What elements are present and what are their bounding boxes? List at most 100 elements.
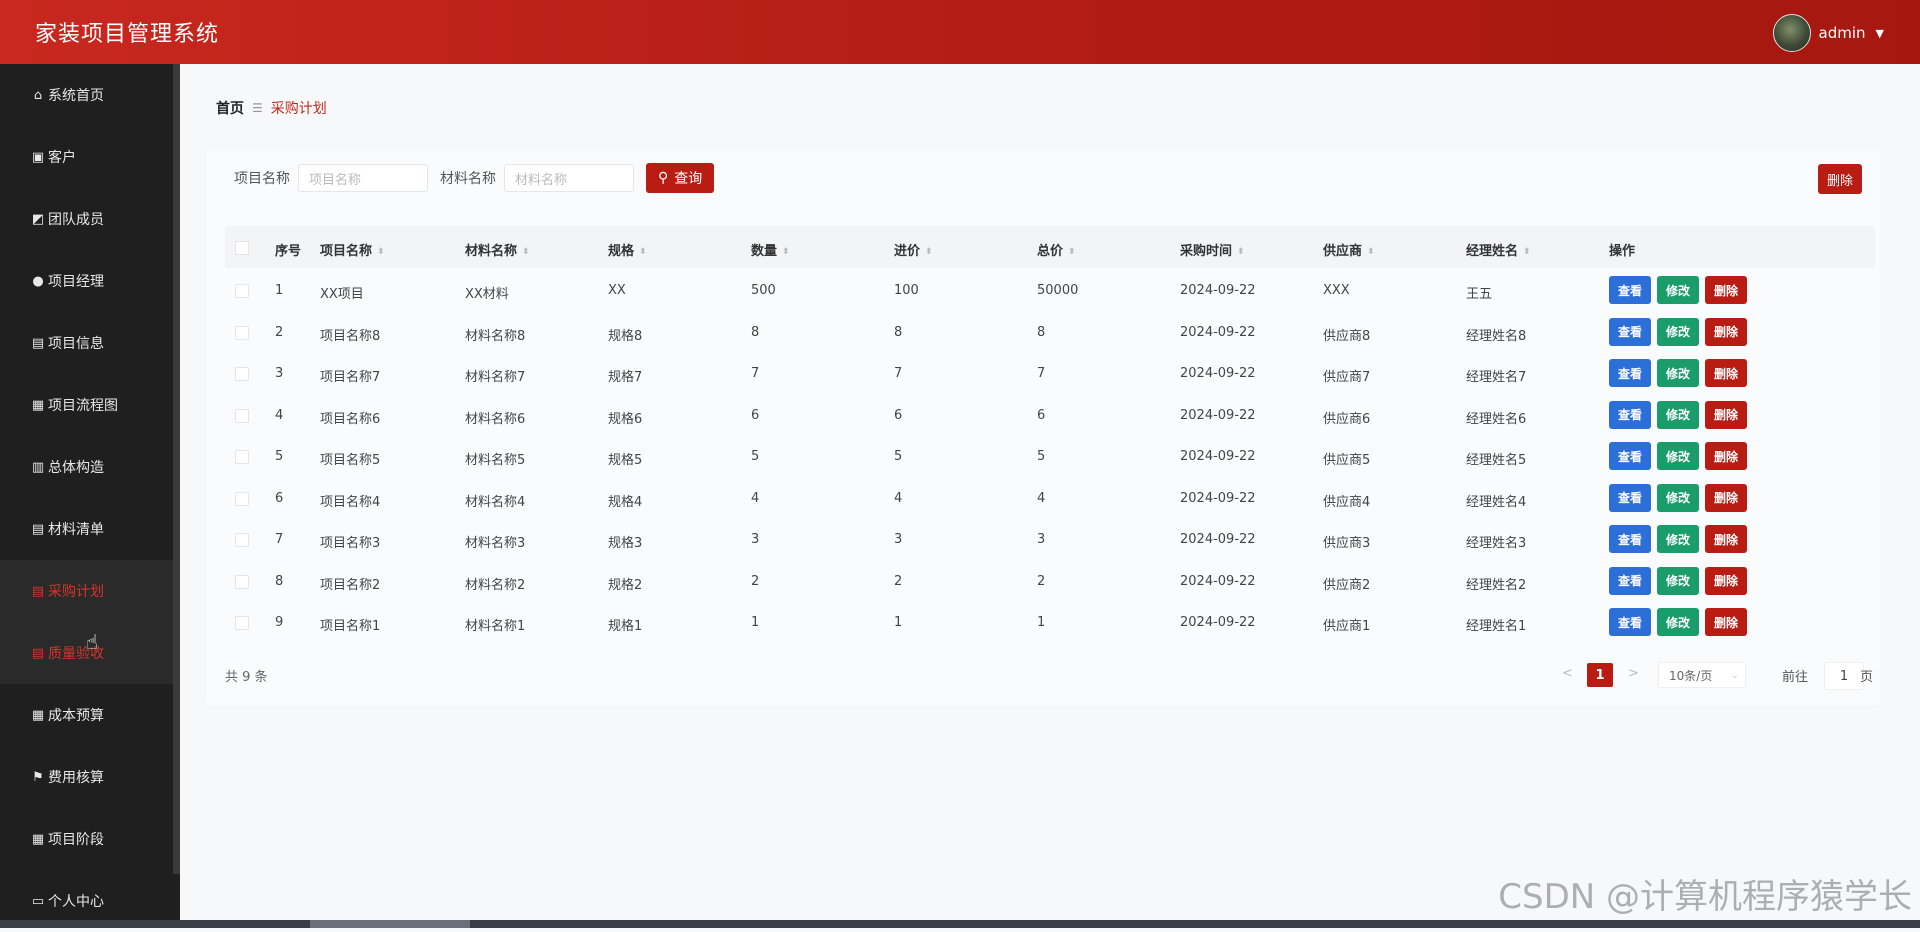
user-menu[interactable]: admin ▼ [1772, 14, 1884, 52]
sort-icon[interactable]: ⬍ [782, 247, 790, 256]
delete-button[interactable]: 删除 [1705, 317, 1747, 346]
sort-icon[interactable]: ⬍ [522, 247, 530, 256]
view-button[interactable]: 查看 [1609, 608, 1651, 636]
view-button[interactable]: 查看 [1609, 525, 1651, 553]
table-cell: 规格4 [608, 494, 643, 510]
edit-button[interactable]: 修改 [1657, 525, 1699, 553]
table-cell: 材料名称8 [465, 328, 526, 344]
table-cell: 4 [751, 490, 760, 506]
table-cell: 5 [1037, 449, 1046, 464]
table-cell: 3 [275, 366, 284, 381]
table-cell: 1 [275, 283, 284, 298]
sort-icon[interactable]: ⬍ [1068, 247, 1076, 256]
view-button[interactable]: 查看 [1609, 442, 1651, 470]
scrollbar-thumb[interactable] [310, 920, 470, 928]
view-button[interactable]: 查看 [1609, 276, 1651, 304]
table-cell: 7 [894, 366, 903, 381]
delete-button[interactable]: 删除 [1705, 483, 1747, 512]
column-header[interactable]: 采购时间 ⬍ [1180, 240, 1245, 259]
view-button[interactable]: 查看 [1609, 566, 1651, 595]
sidebar-item[interactable]: ▦ 项目阶段 [0, 808, 173, 870]
row-checkbox[interactable] [235, 574, 249, 589]
column-header[interactable]: 规格 ⬍ [608, 240, 647, 259]
sidebar-item[interactable]: ◩ 团队成员 [0, 188, 173, 250]
delete-button[interactable]: 删除 [1705, 525, 1747, 553]
delete-button[interactable]: 删除 [1705, 608, 1747, 636]
edit-button[interactable]: 修改 [1657, 566, 1699, 595]
delete-button[interactable]: 删除 [1705, 566, 1747, 595]
edit-button[interactable]: 修改 [1657, 317, 1699, 346]
view-button[interactable]: 查看 [1609, 359, 1651, 387]
bulk-delete-button[interactable]: 删除 [1818, 164, 1862, 194]
edit-button[interactable]: 修改 [1657, 276, 1699, 304]
search-button[interactable]: ⚲ 查询 [646, 163, 715, 193]
username[interactable]: admin [1819, 24, 1866, 42]
next-page-button[interactable]: > [1628, 666, 1639, 681]
sidebar-item[interactable]: ▥ 总体构造 [0, 436, 173, 498]
select-all-checkbox[interactable] [235, 241, 249, 255]
sort-icon[interactable]: ⬍ [1523, 247, 1531, 256]
view-button[interactable]: 查看 [1609, 400, 1651, 429]
edit-button[interactable]: 修改 [1657, 400, 1699, 429]
edit-button[interactable]: 修改 [1657, 483, 1699, 512]
goto-page-input[interactable]: 1 [1824, 662, 1864, 690]
sidebar-scrollbar[interactable] [173, 64, 180, 874]
breadcrumb-separator-icon: ☰ [252, 101, 263, 115]
row-checkbox[interactable] [235, 491, 249, 506]
row-checkbox[interactable] [235, 450, 249, 464]
avatar[interactable] [1772, 14, 1811, 52]
page-size-select[interactable]: 10条/页 ⌄ [1658, 662, 1746, 688]
sidebar: ⌂ 系统首页 ▣ 客户 ◩ 团队成员 ● 项目经理 ▤ 项目信息 ▦ 项目流程图 ▥ 总体构造 ▤ 材料清单 ▤… [0, 64, 180, 928]
horizontal-scrollbar[interactable] [0, 920, 1920, 928]
delete-button[interactable]: 删除 [1705, 400, 1747, 429]
row-checkbox[interactable] [235, 284, 249, 298]
sidebar-item[interactable]: ▦ 成本预算 [0, 684, 173, 746]
column-header[interactable]: 进价 ⬍ [894, 240, 933, 259]
delete-button[interactable]: 删除 [1705, 442, 1747, 470]
edit-button[interactable]: 修改 [1657, 359, 1699, 387]
prev-page-button[interactable]: < [1562, 666, 1573, 681]
sort-icon[interactable]: ⬍ [1237, 247, 1245, 256]
material-name-input[interactable]: 材料名称 [504, 164, 634, 192]
sidebar-item[interactable]: ▤ 项目信息 [0, 312, 173, 374]
view-button[interactable]: 查看 [1609, 483, 1651, 512]
breadcrumb-current: 采购计划 [270, 101, 327, 117]
column-header[interactable]: 经理姓名 ⬍ [1466, 240, 1531, 259]
row-checkbox[interactable] [235, 367, 249, 381]
sort-icon[interactable]: ⬍ [639, 247, 647, 256]
column-header[interactable]: 总价 ⬍ [1037, 240, 1076, 259]
sidebar-item[interactable]: ▤ 材料清单 [0, 498, 173, 560]
table-cell: 经理姓名6 [1466, 411, 1527, 427]
sidebar-item[interactable]: ▣ 客户 [0, 126, 173, 188]
row-checkbox[interactable] [235, 325, 249, 340]
sidebar-item[interactable]: ▦ 项目流程图 [0, 374, 173, 436]
sidebar-item-label: 项目流程图 [48, 398, 118, 414]
menu-icon: ● [32, 273, 44, 289]
page-1-button[interactable]: 1 [1587, 663, 1613, 687]
sidebar-item[interactable]: ⌂ 系统首页 [0, 64, 173, 126]
column-header[interactable]: 项目名称 ⬍ [320, 240, 385, 259]
row-checkbox[interactable] [235, 533, 249, 547]
caret-down-icon[interactable]: ▼ [1876, 27, 1884, 40]
delete-button[interactable]: 删除 [1705, 276, 1747, 304]
sidebar-item[interactable]: ⚑ 费用核算 [0, 746, 173, 808]
sort-icon[interactable]: ⬍ [925, 247, 933, 256]
column-header[interactable]: 数量 ⬍ [751, 240, 790, 259]
row-checkbox[interactable] [235, 408, 249, 423]
sort-icon[interactable]: ⬍ [377, 247, 385, 256]
sort-icon[interactable]: ⬍ [1367, 247, 1375, 256]
project-name-input[interactable]: 项目名称 [298, 164, 428, 192]
row-checkbox[interactable] [235, 616, 249, 630]
delete-button[interactable]: 删除 [1705, 359, 1747, 387]
view-button[interactable]: 查看 [1609, 317, 1651, 346]
table-cell: 2024-09-22 [1180, 615, 1256, 630]
column-header-label: 操作 [1609, 244, 1636, 259]
column-header[interactable]: 供应商 ⬍ [1323, 240, 1375, 259]
edit-button[interactable]: 修改 [1657, 442, 1699, 470]
column-header[interactable]: 材料名称 ⬍ [465, 240, 530, 259]
sidebar-item[interactable]: ▤ 采购计划 [0, 560, 173, 622]
project-name-label: 项目名称 [234, 171, 290, 187]
breadcrumb-home[interactable]: 首页 [216, 98, 244, 118]
sidebar-item[interactable]: ● 项目经理 [0, 250, 173, 312]
edit-button[interactable]: 修改 [1657, 608, 1699, 636]
